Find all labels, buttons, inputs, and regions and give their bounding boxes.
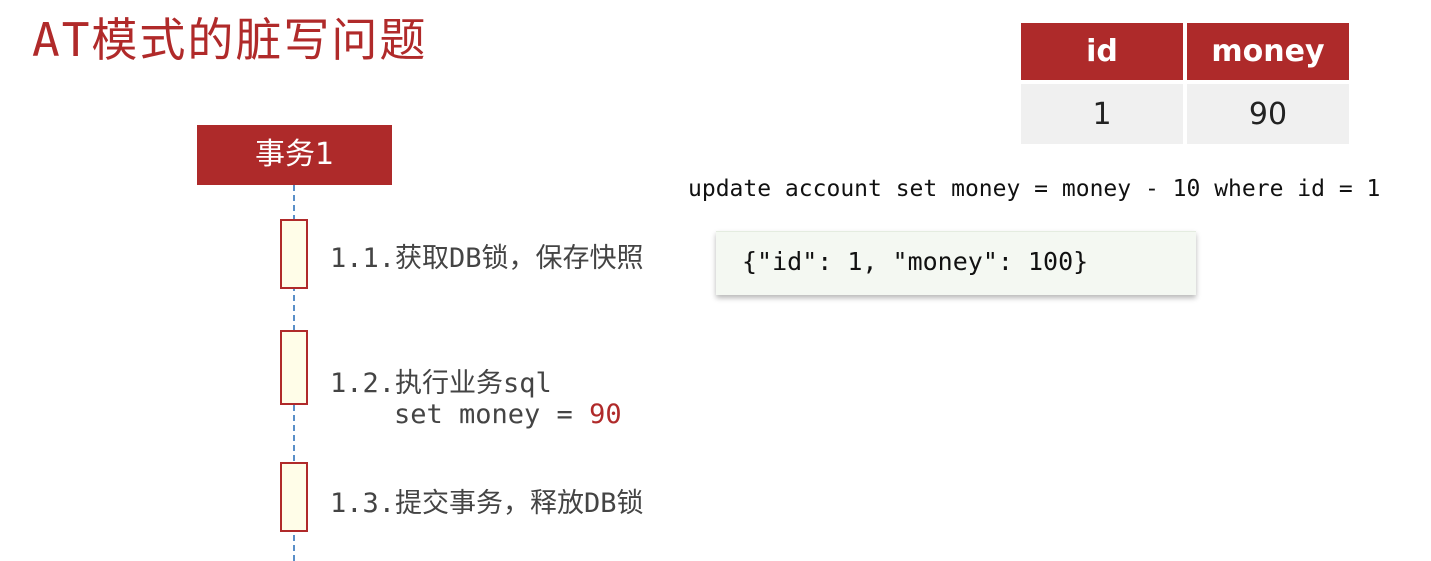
cell-id: 1 [1021,84,1183,144]
step-1-label: 1.1.获取DB锁，保存快照 [330,243,644,274]
account-table: id money 1 90 [1021,23,1349,144]
step-2-code: set money = 90 [394,399,622,430]
page-title: AT模式的脏写问题 [32,13,428,67]
snapshot-text: {"id": 1, "money": 100} [742,247,1089,276]
transaction-header: 事务1 [197,125,392,185]
step-2-label: 1.2.执行业务sql [330,368,552,399]
step-2-code-prefix: set money = [394,399,590,430]
table-header-row: id money [1021,23,1349,80]
cell-money: 90 [1187,84,1349,144]
sql-statement: update account set money = money - 10 wh… [688,176,1381,202]
step-2-code-value: 90 [589,399,622,430]
header-money: money [1187,23,1349,80]
step-3-label: 1.3.提交事务，释放DB锁 [330,488,644,519]
table-row: 1 90 [1021,84,1349,144]
snapshot-box: {"id": 1, "money": 100} [716,231,1196,295]
header-id: id [1021,23,1183,80]
activation-bar-step-1 [280,219,308,289]
activation-bar-step-2 [280,330,308,405]
activation-bar-step-3 [280,462,308,532]
